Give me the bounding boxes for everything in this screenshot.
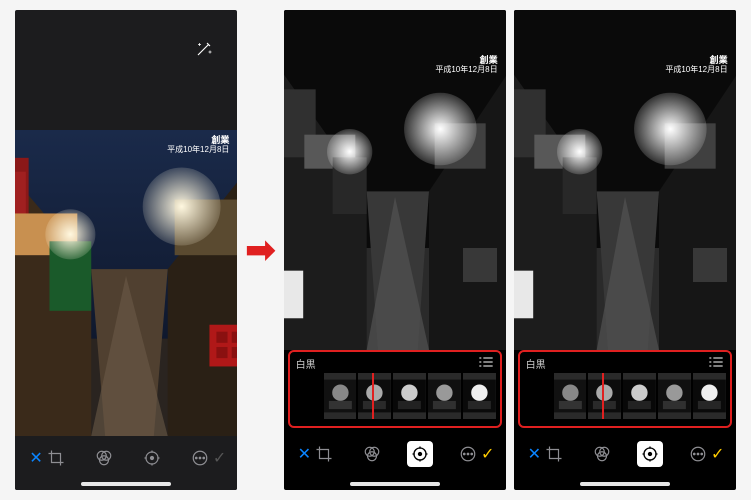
auto-enhance-icon[interactable] (195, 40, 213, 63)
photo-date-overlay: 創業 平成10年12月8日 (167, 136, 229, 155)
home-indicator[interactable] (350, 482, 440, 486)
photo-date-overlay: 創業 平成10年12月8日 (435, 56, 497, 75)
filter-thumb[interactable] (324, 373, 357, 419)
confirm-button[interactable]: ✓ (481, 441, 494, 467)
editor-panel-original: 創業 平成10年12月8日 ✕ ✓ (15, 10, 237, 490)
filter-thumb[interactable] (358, 373, 391, 419)
photo-preview[interactable]: 創業 平成10年12月8日 (284, 10, 506, 350)
more-icon[interactable] (187, 445, 213, 471)
filter-thumbnails[interactable] (294, 373, 496, 419)
confirm-button[interactable]: ✓ (213, 445, 226, 471)
editor-toolbar: ✕ ✓ (284, 432, 506, 486)
crop-icon[interactable] (541, 441, 567, 467)
arrow-icon: ➡ (245, 229, 275, 271)
filters-icon[interactable] (589, 441, 615, 467)
adjust-icon[interactable] (637, 441, 663, 467)
cancel-button[interactable]: ✕ (298, 441, 311, 467)
filter-slider-indicator[interactable] (602, 373, 604, 419)
photo-preview[interactable]: 創業 平成10年12月8日 (15, 130, 237, 436)
overlay-line2: 平成10年12月8日 (167, 146, 229, 155)
filter-thumb[interactable] (554, 373, 587, 419)
home-indicator[interactable] (81, 482, 171, 486)
filter-thumb[interactable] (623, 373, 656, 419)
filter-thumb[interactable] (393, 373, 426, 419)
more-icon[interactable] (455, 441, 481, 467)
editor-toolbar: ✕ ✓ (514, 432, 736, 486)
filter-thumb[interactable] (463, 373, 496, 419)
filter-thumb[interactable] (658, 373, 691, 419)
top-bar-area (15, 10, 237, 130)
overlay-line2: 平成10年12月8日 (435, 66, 497, 75)
confirm-button[interactable]: ✓ (711, 441, 724, 467)
filter-name-label: 白黒 (526, 356, 546, 371)
adjust-icon[interactable] (139, 445, 165, 471)
filter-strip[interactable]: 白黒 (288, 350, 502, 428)
filter-slider-indicator[interactable] (372, 373, 374, 419)
filter-list-icon[interactable] (708, 356, 724, 371)
photo-preview[interactable]: 創業 平成10年12月8日 (514, 10, 736, 350)
filter-strip[interactable]: 白黒 (518, 350, 732, 428)
filter-thumb[interactable] (588, 373, 621, 419)
filter-thumb[interactable] (693, 373, 726, 419)
overlay-line2: 平成10年12月8日 (665, 66, 727, 75)
filter-name-label: 白黒 (296, 356, 316, 371)
filter-thumb[interactable] (428, 373, 461, 419)
filters-icon[interactable] (91, 445, 117, 471)
home-indicator[interactable] (580, 482, 670, 486)
editor-panel-bw-2: 創業 平成10年12月8日 白黒 ✕ (514, 10, 736, 490)
more-icon[interactable] (685, 441, 711, 467)
crop-icon[interactable] (311, 441, 337, 467)
cancel-button[interactable]: ✕ (528, 441, 541, 467)
photo-date-overlay: 創業 平成10年12月8日 (665, 56, 727, 75)
editor-panel-bw-1: 創業 平成10年12月8日 白黒 ✕ (284, 10, 506, 490)
cancel-button[interactable]: ✕ (29, 445, 42, 471)
filters-icon[interactable] (359, 441, 385, 467)
filter-thumbnails[interactable] (524, 373, 726, 419)
filter-list-icon[interactable] (478, 356, 494, 371)
adjust-icon[interactable] (407, 441, 433, 467)
crop-icon[interactable] (43, 445, 69, 471)
